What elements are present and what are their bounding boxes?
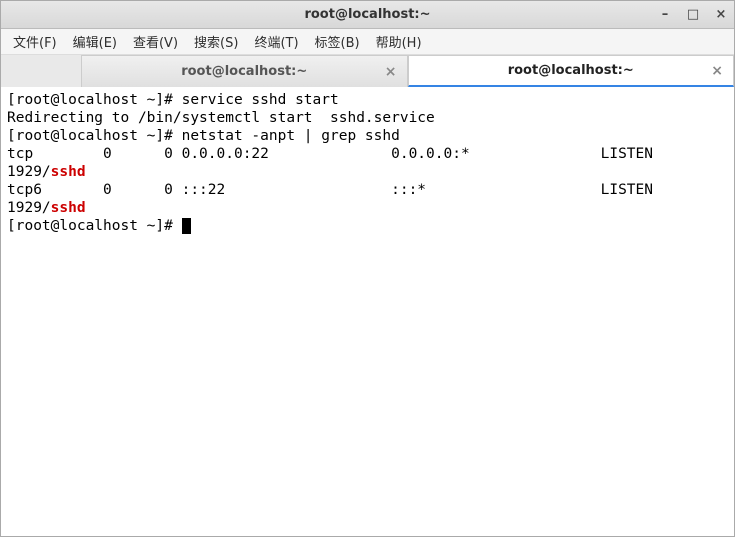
tab-1[interactable]: root@localhost:~ × [81, 55, 408, 87]
terminal-line: tcp 0 0 0.0.0.0:22 0.0.0.0:* LISTEN [7, 145, 728, 163]
terminal-window: root@localhost:~ – □ × 文件(F) 编辑(E) 查看(V)… [0, 0, 735, 537]
terminal-output[interactable]: [root@localhost ~]# service sshd startRe… [1, 87, 734, 536]
window-title: root@localhost:~ [304, 7, 430, 22]
menubar: 文件(F) 编辑(E) 查看(V) 搜索(S) 终端(T) 标签(B) 帮助(H… [1, 29, 734, 55]
tab-2-label: root@localhost:~ [508, 63, 634, 78]
menu-terminal[interactable]: 终端(T) [248, 30, 304, 53]
close-button[interactable]: × [714, 8, 728, 22]
menu-view[interactable]: 查看(V) [127, 30, 184, 53]
tab-1-close-icon[interactable]: × [385, 64, 397, 80]
tabbar: root@localhost:~ × root@localhost:~ × [1, 55, 734, 87]
terminal-prompt: [root@localhost ~]# [7, 218, 182, 234]
terminal-line: [root@localhost ~]# service sshd start [7, 91, 728, 109]
maximize-button[interactable]: □ [686, 8, 700, 22]
cursor-icon [182, 218, 191, 234]
tab-1-label: root@localhost:~ [181, 64, 307, 79]
menu-help[interactable]: 帮助(H) [370, 30, 428, 53]
terminal-line: 1929/sshd [7, 199, 728, 217]
menu-search[interactable]: 搜索(S) [188, 30, 244, 53]
terminal-highlight: sshd [51, 200, 86, 216]
terminal-line: tcp6 0 0 :::22 :::* LISTEN [7, 181, 728, 199]
terminal-highlight: sshd [51, 164, 86, 180]
terminal-text: 1929/ [7, 164, 51, 180]
tab-2-close-icon[interactable]: × [711, 63, 723, 79]
terminal-line: Redirecting to /bin/systemctl start sshd… [7, 109, 728, 127]
tab-2[interactable]: root@localhost:~ × [408, 55, 735, 87]
titlebar: root@localhost:~ – □ × [1, 1, 734, 29]
menu-tabs[interactable]: 标签(B) [309, 30, 366, 53]
terminal-text: 1929/ [7, 200, 51, 216]
window-controls: – □ × [658, 1, 728, 28]
minimize-button[interactable]: – [658, 8, 672, 22]
terminal-line: 1929/sshd [7, 163, 728, 181]
terminal-prompt-line: [root@localhost ~]# [7, 217, 728, 235]
menu-edit[interactable]: 编辑(E) [67, 30, 123, 53]
tab-spacer [1, 55, 81, 87]
menu-file[interactable]: 文件(F) [7, 30, 63, 53]
terminal-line: [root@localhost ~]# netstat -anpt | grep… [7, 127, 728, 145]
